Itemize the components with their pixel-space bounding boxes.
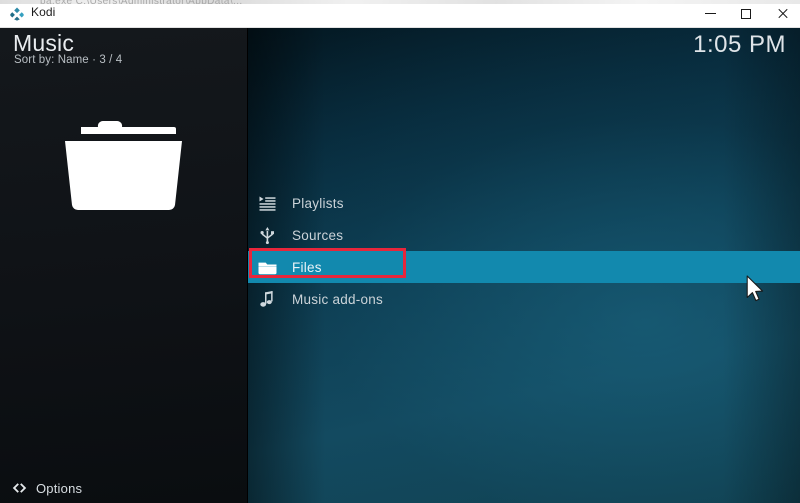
- menu-item-label: Music add-ons: [292, 291, 384, 307]
- kodi-logo-icon: [10, 7, 24, 21]
- menu-item-music-add-ons[interactable]: Music add-ons: [248, 283, 800, 315]
- menu-item-sources[interactable]: Sources: [248, 219, 800, 251]
- playlist-icon: [251, 196, 283, 211]
- main-pane: 1:05 PM Playlists Sources Files Music ad…: [248, 27, 800, 503]
- folder-icon: [251, 260, 283, 275]
- background-window-strip: pa.exe C:\Users\Administrator\AppData\..…: [0, 0, 800, 4]
- close-icon: [777, 8, 788, 19]
- options-button[interactable]: Options: [10, 481, 82, 496]
- clock: 1:05 PM: [693, 31, 786, 58]
- menu-item-label: Playlists: [292, 195, 344, 211]
- menu-item-label: Sources: [292, 227, 344, 243]
- window-titlebar: pa.exe C:\Users\Administrator\AppData\..…: [0, 0, 800, 28]
- minimize-button[interactable]: [692, 0, 728, 27]
- selection-highlight: [248, 251, 800, 283]
- sources-usb-icon: [251, 226, 283, 244]
- minimize-icon: [704, 13, 716, 14]
- page-subtitle: Sort by: Name · 3 / 4: [14, 54, 123, 66]
- menu-item-files[interactable]: Files: [248, 251, 800, 283]
- left-sidebar: Music Sort by: Name · 3 / 4 Options: [0, 27, 248, 503]
- close-button[interactable]: [764, 0, 800, 27]
- kodi-content: Music Sort by: Name · 3 / 4 Options 1:05: [0, 27, 800, 503]
- menu-item-playlists[interactable]: Playlists: [248, 187, 800, 219]
- page-title: Music: [13, 30, 75, 56]
- menu-item-label: Files: [292, 259, 322, 275]
- open-folder-icon: [65, 120, 182, 211]
- maximize-icon: [741, 8, 751, 19]
- window-controls: [692, 0, 800, 27]
- background-window-text: pa.exe C:\Users\Administrator\AppData\..…: [40, 0, 243, 4]
- kodi-window: pa.exe C:\Users\Administrator\AppData\..…: [0, 0, 800, 503]
- options-label: Options: [36, 481, 83, 496]
- maximize-button[interactable]: [728, 0, 764, 27]
- music-menu-list: Playlists Sources Files Music add-ons: [248, 187, 800, 315]
- music-note-icon: [251, 290, 283, 308]
- left-right-arrows-icon: [10, 482, 28, 495]
- window-title: Kodi: [31, 5, 56, 19]
